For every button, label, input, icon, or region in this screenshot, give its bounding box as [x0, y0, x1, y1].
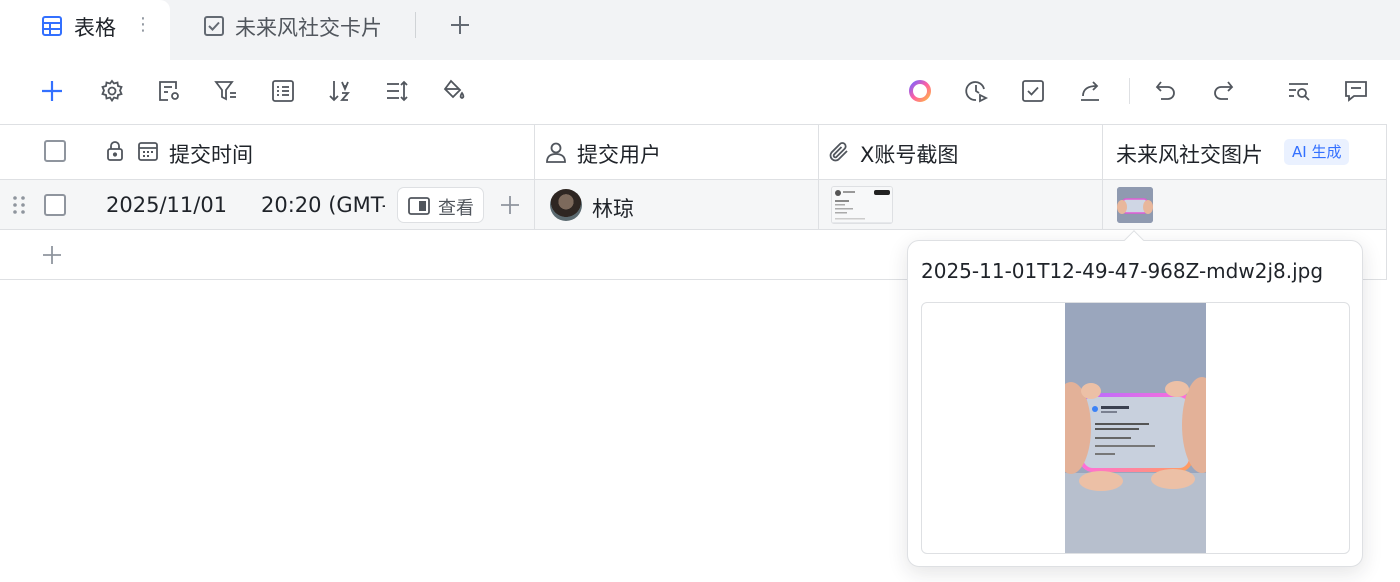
- column-divider: [1102, 124, 1103, 230]
- add-row-icon[interactable]: [41, 244, 63, 270]
- column-divider: [1386, 124, 1387, 280]
- undo-icon[interactable]: [1153, 78, 1179, 104]
- avatar: [550, 189, 582, 221]
- lock-icon: [105, 140, 125, 166]
- view-record-button[interactable]: 查看: [397, 187, 484, 223]
- filter-icon[interactable]: [213, 78, 239, 104]
- cell-time[interactable]: 20:20 (GMT-: [261, 193, 385, 217]
- column-header-future-image[interactable]: 未来风社交图片: [1116, 139, 1263, 169]
- image-preview-frame[interactable]: [921, 302, 1350, 554]
- row-checkbox[interactable]: [44, 194, 66, 216]
- add-tab-icon[interactable]: [448, 13, 472, 41]
- grid-line: [0, 124, 1386, 125]
- toolbar-divider: [1129, 78, 1130, 104]
- calendar-icon: [137, 140, 159, 166]
- field-settings-icon[interactable]: [156, 78, 182, 104]
- future-image-thumbnail[interactable]: [1117, 187, 1153, 223]
- comment-icon[interactable]: [1343, 78, 1369, 104]
- tab-divider: [415, 12, 416, 38]
- tab-label: 未来风社交卡片: [235, 16, 382, 40]
- tab-label: 表格: [74, 16, 116, 40]
- preview-image[interactable]: [1065, 303, 1206, 553]
- history-icon[interactable]: [963, 78, 989, 104]
- fill-color-icon[interactable]: [441, 78, 467, 104]
- column-divider: [534, 124, 535, 230]
- sidebar-panel-icon: [408, 196, 430, 220]
- expand-add-icon[interactable]: [499, 194, 521, 220]
- form-check-icon: [202, 14, 226, 42]
- tab-bar: 表格 ⋮ 未来风社交卡片: [0, 0, 1400, 60]
- cell-date[interactable]: 2025/11/01: [106, 193, 227, 217]
- toolbar: [0, 60, 1400, 124]
- column-header-submit-time[interactable]: 提交时间: [169, 139, 253, 169]
- search-icon[interactable]: [1286, 78, 1312, 104]
- column-divider: [818, 124, 819, 230]
- ai-assistant-icon[interactable]: [907, 78, 933, 104]
- drag-handle-icon[interactable]: [12, 195, 26, 219]
- group-icon[interactable]: [270, 78, 296, 104]
- select-all-checkbox[interactable]: [44, 140, 66, 162]
- image-preview-popover: 2025-11-01T12-49-47-968Z-mdw2j8.jpg: [907, 240, 1363, 567]
- redo-icon[interactable]: [1210, 78, 1236, 104]
- cell-user[interactable]: 林琼: [592, 193, 634, 223]
- grid-table-icon: [40, 14, 64, 42]
- settings-icon[interactable]: [99, 78, 125, 104]
- add-icon[interactable]: [39, 78, 65, 104]
- tab-more-icon[interactable]: ⋮: [134, 14, 152, 35]
- tab-form-card[interactable]: 未来风社交卡片: [200, 0, 400, 52]
- row-height-icon[interactable]: [384, 78, 410, 104]
- attachment-icon: [827, 140, 851, 168]
- view-button-label: 查看: [438, 198, 474, 219]
- sort-icon[interactable]: [327, 78, 353, 104]
- popover-filename: 2025-11-01T12-49-47-968Z-mdw2j8.jpg: [921, 259, 1324, 283]
- column-header-submit-user[interactable]: 提交用户: [577, 139, 661, 169]
- ai-generated-badge: AI 生成: [1284, 139, 1350, 165]
- x-screenshot-thumbnail[interactable]: [831, 186, 893, 224]
- person-icon: [544, 140, 568, 168]
- column-header-x-screenshot[interactable]: X账号截图: [860, 139, 958, 169]
- tab-table[interactable]: 表格 ⋮: [0, 0, 170, 60]
- grid-line: [0, 229, 1386, 230]
- task-check-icon[interactable]: [1020, 78, 1046, 104]
- share-icon[interactable]: [1077, 78, 1103, 104]
